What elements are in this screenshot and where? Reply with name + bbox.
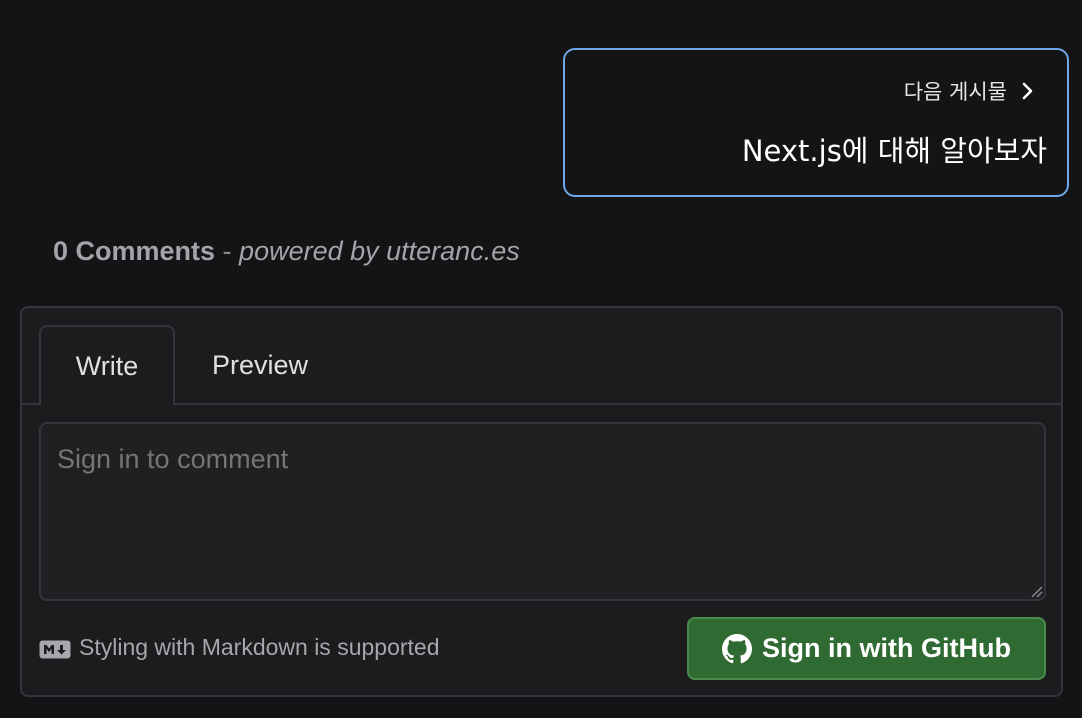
comment-input[interactable] xyxy=(39,422,1046,601)
sign-in-github-label: Sign in with GitHub xyxy=(762,633,1011,663)
comments-separator: - xyxy=(215,236,240,266)
tab-write[interactable]: Write xyxy=(39,325,175,407)
powered-by-link[interactable]: powered by utteranc.es xyxy=(239,236,520,266)
next-post-label: 다음 게시물 xyxy=(903,80,1007,104)
comments-header: 0 Comments - powered by utteranc.es xyxy=(53,236,520,267)
comment-box: Write Preview Styling with Markdown is s… xyxy=(20,306,1063,697)
github-icon xyxy=(722,633,753,664)
editor-tabbar: Write Preview xyxy=(22,308,1061,407)
markdown-note-text: Styling with Markdown is supported xyxy=(79,634,440,660)
resize-handle-icon[interactable] xyxy=(1029,584,1043,598)
page: 다음 게시물 Next.js에 대해 알아보자 0 Comments - pow… xyxy=(0,0,1082,718)
next-post-card[interactable]: 다음 게시물 Next.js에 대해 알아보자 xyxy=(563,48,1069,197)
next-post-title: Next.js에 대해 알아보자 xyxy=(741,134,1047,168)
tab-preview[interactable]: Preview xyxy=(190,325,330,405)
markdown-icon xyxy=(39,638,71,659)
next-post-label-row: 다음 게시물 xyxy=(904,76,1037,106)
sign-in-github-button[interactable]: Sign in with GitHub xyxy=(687,617,1046,680)
markdown-note: Styling with Markdown is supported xyxy=(39,634,440,661)
comment-count: 0 Comments xyxy=(53,236,216,266)
chevron-right-icon xyxy=(1017,81,1037,101)
